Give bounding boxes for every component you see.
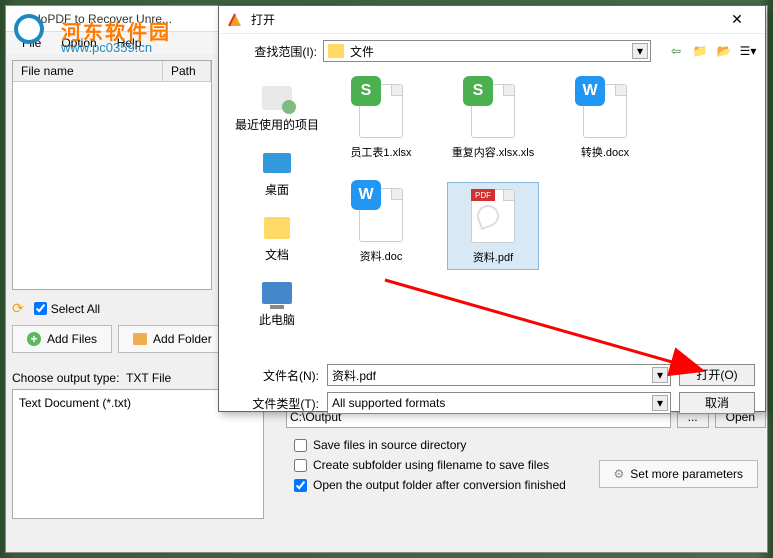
filename-label: 文件名(N): (229, 367, 319, 384)
sidebar-docs[interactable]: 文档 (257, 208, 297, 267)
docx-icon: W (351, 180, 381, 210)
dialog-cancel-button[interactable]: 取消 (679, 392, 755, 414)
xlsx-icon: S (351, 76, 381, 106)
lookin-label: 查找范围(I): (227, 43, 317, 60)
file-item[interactable]: S 重复内容.xlsx.xls (447, 78, 539, 164)
lookin-row: 查找范围(I): 文件 ▾ ⇦ 📁 📂 ☰▾ (227, 40, 757, 62)
folder-icon (328, 44, 344, 58)
dialog-close-button[interactable]: ✕ (717, 8, 757, 32)
menu-help[interactable]: Help (107, 34, 152, 52)
filetype-select[interactable]: All supported formats ▾ (327, 392, 671, 414)
file-item[interactable]: PDF 资料.pdf (447, 182, 539, 270)
cb-create-subfolder-box[interactable] (294, 459, 307, 472)
file-item[interactable]: S 员工表1.xlsx (335, 78, 427, 164)
back-icon[interactable]: ⇦ (667, 42, 685, 60)
file-label: 员工表1.xlsx (350, 144, 411, 160)
more-params-label: Set more parameters (630, 467, 743, 481)
dialog-title: 打开 (251, 11, 717, 28)
dialog-open-button[interactable]: 打开(O) (679, 364, 755, 386)
refresh-icon[interactable]: ⟳ (12, 300, 24, 317)
sidebar-desktop-label: 桌面 (265, 181, 289, 198)
xlsx-icon: S (463, 76, 493, 106)
view-menu-icon[interactable]: ☰▾ (739, 42, 757, 60)
open-dialog: 打开 ✕ 查找范围(I): 文件 ▾ ⇦ 📁 📂 ☰▾ 最近使用的项目 (218, 5, 766, 412)
sidebar-pc[interactable]: 此电脑 (255, 273, 299, 332)
docx-icon: W (575, 76, 605, 106)
file-table-header: File name Path (13, 61, 211, 82)
add-files-button[interactable]: + Add Files (12, 325, 112, 353)
dropdown-icon[interactable]: ▾ (652, 367, 668, 383)
file-label: 转换.docx (581, 144, 629, 160)
dropdown-icon[interactable]: ▾ (652, 395, 668, 411)
filetype-label: 文件类型(T): (229, 395, 319, 412)
add-folder-button[interactable]: Add Folder (118, 325, 227, 353)
dialog-icon (227, 12, 243, 28)
file-label: 重复内容.xlsx.xls (452, 144, 535, 160)
folder-icon (133, 333, 147, 345)
recent-icon (262, 86, 292, 110)
lookin-value: 文件 (350, 43, 374, 60)
sidebar-recent[interactable]: 最近使用的项目 (231, 78, 323, 137)
file-area[interactable]: S 员工表1.xlsx S 重复内容.xlsx.xls W 转换.docx W 资料.doc P… (327, 70, 757, 360)
sidebar-docs-label: 文档 (265, 246, 289, 263)
cb-open-after-label: Open the output folder after conversion … (313, 478, 566, 492)
documents-icon (264, 217, 290, 239)
dialog-bottom: 文件名(N): 资料.pdf ▾ 打开(O) 文件类型(T): All supp… (219, 360, 765, 428)
cb-save-source-box[interactable] (294, 439, 307, 452)
file-item[interactable]: W 资料.doc (335, 182, 427, 270)
file-table[interactable]: File name Path (12, 60, 212, 290)
add-folder-label: Add Folder (153, 332, 212, 346)
cb-save-source-label: Save files in source directory (313, 438, 466, 452)
sidebar-desktop[interactable]: 桌面 (257, 143, 297, 202)
select-all-label: Select All (51, 302, 100, 316)
gear-icon: ⚙ (614, 467, 625, 481)
dialog-body: 查找范围(I): 文件 ▾ ⇦ 📁 📂 ☰▾ 最近使用的项目 (219, 34, 765, 360)
select-all-checkbox[interactable] (34, 302, 47, 315)
new-folder-icon[interactable]: 📂 (715, 42, 733, 60)
app-icon (12, 11, 28, 27)
dialog-sidebar: 最近使用的项目 桌面 文档 此电脑 (227, 70, 327, 360)
menu-file[interactable]: File (12, 34, 51, 52)
desktop-icon (263, 153, 291, 173)
pdf-icon: PDF (471, 189, 495, 201)
dialog-title-bar: 打开 ✕ (219, 6, 765, 34)
filename-row: 文件名(N): 资料.pdf ▾ 打开(O) (229, 364, 755, 386)
filename-input[interactable]: 资料.pdf ▾ (327, 364, 671, 386)
up-icon[interactable]: 📁 (691, 42, 709, 60)
file-label: 资料.doc (360, 248, 403, 264)
dropdown-icon[interactable]: ▾ (632, 43, 648, 59)
more-params-button[interactable]: ⚙ Set more parameters (599, 460, 758, 488)
col-path[interactable]: Path (163, 61, 211, 81)
lookin-select[interactable]: 文件 ▾ (323, 40, 651, 62)
dialog-main: 最近使用的项目 桌面 文档 此电脑 S 员工表1.xlsx S 重复内容.xlsx.x… (227, 70, 757, 360)
menu-option[interactable]: Option (51, 34, 106, 52)
sidebar-pc-label: 此电脑 (259, 311, 295, 328)
add-files-label: Add Files (47, 332, 97, 346)
cb-create-subfolder-label: Create subfolder using filename to save … (313, 458, 549, 472)
cb-open-after-box[interactable] (294, 479, 307, 492)
file-label: 资料.pdf (473, 249, 513, 265)
sidebar-recent-label: 最近使用的项目 (235, 116, 319, 133)
dialog-toolbar: ⇦ 📁 📂 ☰▾ (667, 42, 757, 60)
filetype-row: 文件类型(T): All supported formats ▾ 取消 (229, 392, 755, 414)
cb-save-source: Save files in source directory (294, 438, 766, 452)
computer-icon (262, 282, 292, 304)
col-filename[interactable]: File name (13, 61, 163, 81)
plus-icon: + (27, 332, 41, 346)
file-item[interactable]: W 转换.docx (559, 78, 651, 164)
